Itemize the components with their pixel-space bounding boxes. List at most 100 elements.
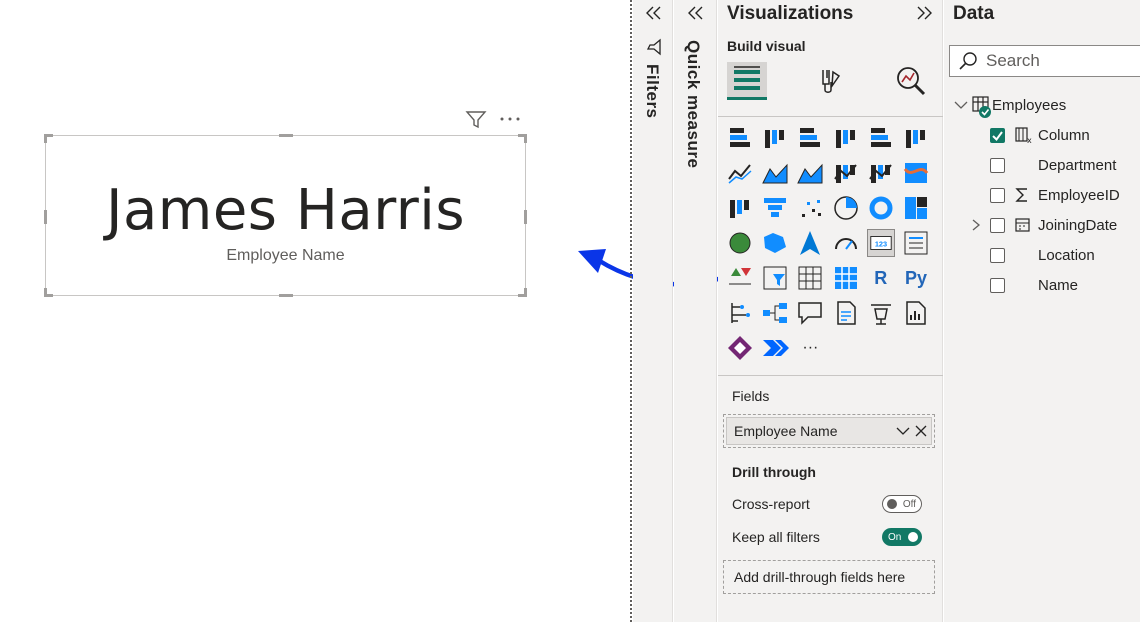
ribbon-chart-icon[interactable] [902,159,930,187]
100-stacked-bar-icon[interactable] [867,124,895,152]
stacked-area-icon[interactable] [796,159,824,187]
keep-all-filters-toggle[interactable]: On [882,528,922,546]
cross-report-row: Cross-report Off [732,495,922,513]
multi-row-card-icon[interactable] [902,229,930,257]
drill-through-well[interactable]: Add drill-through fields here [723,560,935,594]
python-visual-icon[interactable]: Py [902,264,930,292]
resize-handle-bottom-right[interactable] [518,288,527,297]
qa-visual-icon[interactable] [796,299,824,327]
column-chart-icon[interactable] [761,124,789,152]
field-checkbox[interactable] [990,277,1005,293]
kpi-icon[interactable] [726,264,754,292]
field-row-joiningdate[interactable]: JoiningDate [972,214,1140,236]
drill-through-title: Drill through [732,464,816,480]
paintbrush-icon [822,70,841,93]
collapse-chevron-icon[interactable] [686,4,706,22]
pie-chart-icon[interactable] [832,194,860,222]
field-label: Department [1038,156,1117,174]
100-stacked-column-icon[interactable] [902,124,930,152]
build-visual-label: Build visual [727,38,806,54]
chevron-down-icon[interactable] [954,99,968,111]
cross-report-toggle[interactable]: Off [882,495,922,513]
clustered-column-icon[interactable] [832,124,860,152]
card-visual[interactable]: James Harris Employee Name [44,134,527,297]
line-column-icon[interactable] [832,159,860,187]
stacked-bar-icon[interactable] [796,124,824,152]
search-input[interactable]: Search [949,45,1140,77]
separator [718,375,943,376]
smart-narrative-icon[interactable] [832,299,860,327]
resize-handle-bottom-left[interactable] [44,288,53,297]
search-placeholder: Search [986,51,1040,70]
donut-chart-icon[interactable] [867,194,895,222]
data-pane[interactable]: Data Search Employees x Column Department E… [944,0,1140,622]
field-row-employeeid[interactable]: EmployeeID [990,184,1140,206]
quick-measure-pane-title[interactable]: Quick measure [683,40,703,168]
visualizations-pane[interactable]: Visualizations Build visual 123 R Py ··· Fi… [718,0,943,622]
chevron-right-icon[interactable] [970,218,982,236]
paginated-report-icon[interactable] [867,299,895,327]
funnel-chart-icon[interactable] [761,194,789,222]
pane-divider [630,0,632,622]
filter-icon[interactable] [465,110,487,130]
expand-chevron-icon[interactable] [914,4,934,22]
filled-map-icon[interactable] [761,229,789,257]
waterfall-chart-icon[interactable] [726,194,754,222]
power-apps-icon[interactable] [726,334,754,362]
table-node-employees[interactable]: Employees [954,94,1067,118]
card-category-label: Employee Name [226,247,345,264]
power-automate-icon[interactable] [761,334,790,362]
visualizations-title: Visualizations [727,3,854,24]
table-name: Employees [992,96,1067,114]
line-clustered-column-icon[interactable] [867,159,895,187]
key-influencers-icon[interactable] [726,299,754,327]
remove-field-icon[interactable] [911,425,931,437]
collapse-chevron-icon[interactable] [644,4,664,22]
decomposition-tree-icon[interactable] [761,299,789,327]
quick-measure-pane[interactable]: Quick measure [674,0,717,622]
field-row-department[interactable]: Department [990,154,1140,176]
more-visuals-icon[interactable]: ··· [796,334,824,362]
scatter-chart-icon[interactable] [796,194,824,222]
search-icon [959,52,977,70]
resize-handle-top-left[interactable] [44,134,53,143]
line-chart-icon[interactable] [726,159,754,187]
field-row-name[interactable]: Name [990,274,1140,296]
table-icon[interactable] [796,264,824,292]
format-visual-tab[interactable] [810,62,850,100]
card-icon[interactable]: 123 [866,229,895,257]
resize-handle-top[interactable] [279,134,293,137]
field-row-column[interactable]: x Column [990,124,1140,146]
field-row-location[interactable]: Location [990,244,1140,266]
azure-map-icon[interactable] [796,229,824,257]
matrix-icon[interactable] [832,264,860,292]
r-visual-icon[interactable]: R [867,264,895,292]
field-checkbox[interactable] [990,247,1005,263]
metrics-icon[interactable] [902,299,930,327]
build-visual-tab[interactable] [727,62,767,100]
field-chip-employee-name[interactable]: Employee Name [726,417,932,445]
filters-pane[interactable]: Filters [633,0,673,622]
filters-pane-title[interactable]: Filters [642,64,662,119]
bar-chart-icon[interactable] [726,124,754,152]
calculated-column-icon: x [1014,126,1032,148]
field-checkbox[interactable] [990,187,1005,203]
svg-text:123: 123 [875,240,887,249]
field-checkbox[interactable] [990,157,1005,173]
resize-handle-top-right[interactable] [518,134,527,143]
more-options-icon[interactable] [499,114,523,124]
analytics-tab[interactable] [891,62,931,100]
field-checkbox[interactable] [990,127,1005,143]
report-canvas[interactable]: James Harris Employee Name [0,0,778,622]
separator [718,116,943,117]
fields-well[interactable]: Employee Name [723,414,935,448]
chevron-down-icon[interactable] [895,425,911,437]
area-chart-icon[interactable] [761,159,789,187]
field-label: Name [1038,276,1079,294]
gauge-icon[interactable] [832,229,860,257]
slicer-icon[interactable] [761,264,789,292]
treemap-icon[interactable] [902,194,930,222]
field-checkbox[interactable] [990,217,1005,233]
resize-handle-bottom[interactable] [279,294,293,297]
map-icon[interactable] [726,229,754,257]
